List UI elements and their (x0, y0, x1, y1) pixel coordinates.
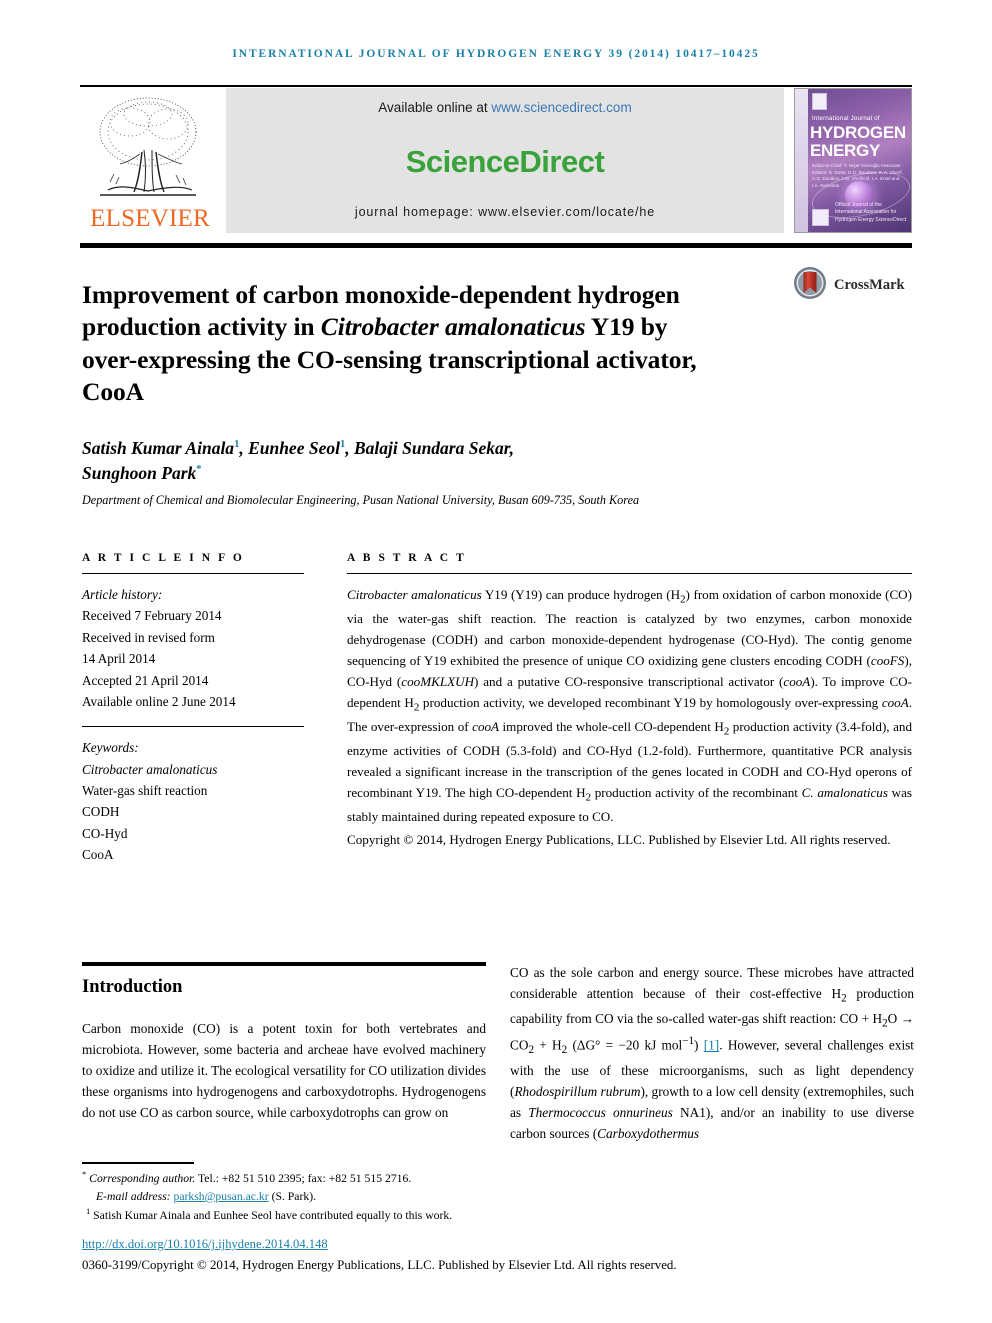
keyword-item: Citrobacter amalonaticus (82, 761, 218, 777)
article-history-item: Received in revised form (82, 629, 215, 645)
intro-sup: −1 (682, 1035, 695, 1048)
introduction-rule (82, 962, 486, 966)
article-info-column: A R T I C L E I N F O Article history: R… (82, 552, 304, 866)
elsevier-logo: ELSEVIER (80, 88, 220, 233)
introduction-paragraph-right: CO as the sole carbon and energy source.… (510, 962, 914, 1144)
cover-bottom-note: Official Journal of the International As… (835, 201, 907, 223)
abstract-gene: cooA (472, 718, 500, 734)
corresponding-author-footnote: * Corresponding author. Tel.: +82 51 510… (82, 1168, 642, 1188)
cover-elsevier-mark-icon (812, 93, 827, 110)
available-online-line: Available online at www.sciencedirect.co… (378, 100, 631, 115)
intro-species: Rhodospirillum rubrum (514, 1083, 641, 1099)
abstract-seg: improved the whole-cell CO-dependent H (499, 718, 724, 734)
abstract-species-short: C. amalonaticus (801, 784, 888, 800)
abstract-copyright: Copyright © 2014, Hydrogen Energy Public… (347, 831, 891, 847)
cover-title-line1: HYDROGEN (810, 123, 906, 142)
article-info-divider (82, 573, 304, 574)
journal-masthead: ELSEVIER Available online at www.science… (80, 88, 912, 233)
cover-subtitle: International Journal of (812, 115, 880, 122)
author-3: Balaji Sundara Sekar (353, 438, 510, 458)
abstract-seg: ) and a putative CO-responsive transcrip… (474, 673, 784, 689)
sciencedirect-url-link[interactable]: www.sciencedirect.com (491, 100, 631, 115)
author-1-footnote-marker[interactable]: 1 (234, 439, 239, 450)
abstract-gene: cooA (783, 673, 811, 689)
author-1: Satish Kumar Ainala (82, 438, 235, 458)
intro-species: Thermococcus onnurineus (528, 1104, 673, 1120)
abstract-divider (347, 573, 912, 574)
crossmark-icon[interactable] (793, 266, 827, 305)
abstract-gene: cooFS (870, 652, 905, 668)
cover-spine (795, 89, 808, 232)
abstract-heading: A B S T R A C T (347, 552, 467, 564)
abstract-gene: cooA (881, 694, 909, 710)
abstract-gene: cooMKLXUH (401, 673, 475, 689)
sciencedirect-panel: Available online at www.sciencedirect.co… (226, 88, 784, 233)
doi-link[interactable]: http://dx.doi.org/10.1016/j.ijhydene.201… (82, 1237, 328, 1252)
available-online-text: Available online at (378, 100, 492, 115)
cover-title-line2: ENERGY (810, 141, 880, 160)
keywords-block: Keywords: Citrobacter amalonaticus Water… (82, 737, 304, 865)
keyword-item: CooA (82, 847, 114, 863)
elsevier-tree-icon (90, 92, 210, 204)
keyword-item: Water-gas shift reaction (82, 783, 208, 798)
article-history-item: 14 April 2014 (82, 651, 156, 667)
masthead-top-rule (80, 85, 912, 87)
keywords-divider (82, 726, 304, 728)
affiliation: Department of Chemical and Biomolecular … (82, 493, 640, 507)
corresponding-marker: * (82, 1169, 87, 1179)
intro-species: Carboxydothermus (597, 1125, 700, 1141)
crossmark-badge[interactable]: CrossMark (793, 266, 905, 305)
article-info-heading: A R T I C L E I N F O (82, 552, 245, 564)
article-history-label: Article history: (82, 587, 163, 602)
corresponding-label: Corresponding author. (89, 1171, 196, 1185)
intro-seg: (ΔG° = −20 kJ mol (567, 1037, 683, 1053)
introduction-heading: Introduction (82, 977, 183, 997)
page-title: Improvement of carbon monoxide-dependent… (82, 279, 702, 409)
sciencedirect-logo[interactable]: ScienceDirect (406, 144, 605, 180)
abstract-text: Citrobacter amalonaticus Y19 (Y19) can p… (347, 585, 912, 851)
cover-iahe-logo-icon (812, 209, 829, 226)
author-list: Satish Kumar Ainala1, Eunhee Seol1, Bala… (82, 438, 514, 484)
paper-page: International Journal of Hydrogen Energy… (0, 0, 992, 1323)
keywords-label: Keywords: (82, 740, 139, 756)
introduction-paragraph-left: Carbon monoxide (CO) is a potent toxin f… (82, 1021, 486, 1120)
article-history-block: Article history: Received 7 February 201… (82, 584, 304, 712)
author-2-footnote-marker[interactable]: 1 (340, 439, 345, 450)
introduction-column-right: CO as the sole carbon and energy source.… (510, 962, 914, 1144)
author-4: Sunghoon Park (82, 463, 197, 484)
elsevier-wordmark: ELSEVIER (90, 205, 210, 232)
keyword-item: CO-Hyd (82, 825, 128, 841)
email-footnote: E-mail address: parksh@pusan.ac.kr (S. P… (82, 1188, 642, 1206)
citation-link-1[interactable]: [1] (704, 1038, 720, 1053)
email-suffix: (S. Park). (268, 1189, 317, 1203)
journal-cover-thumbnail: International Journal of HYDROGEN ENERGY… (794, 88, 912, 233)
abstract-column: A B S T R A C T Citrobacter amalonaticus… (347, 552, 912, 851)
keyword-item: CODH (82, 804, 120, 820)
email-link[interactable]: parksh@pusan.ac.kr (173, 1190, 268, 1203)
author-2: Eunhee Seol (248, 438, 340, 458)
author-4-corresponding-marker[interactable]: * (196, 465, 201, 476)
footnote-divider (82, 1162, 194, 1164)
introduction-column-left: Introduction Carbon monoxide (CO) is a p… (82, 962, 486, 1123)
intro-seg: ) (694, 1037, 704, 1053)
article-history-item: Received 7 February 2014 (82, 608, 222, 624)
article-history-item: Available online 2 June 2014 (82, 693, 236, 709)
journal-homepage-line[interactable]: journal homepage: www.elsevier.com/locat… (355, 205, 655, 219)
intro-seg: + H (534, 1037, 562, 1053)
title-top-rule (80, 243, 912, 248)
crossmark-label[interactable]: CrossMark (834, 277, 905, 294)
running-head: International Journal of Hydrogen Energy… (232, 48, 760, 60)
email-label: E-mail address: (96, 1189, 174, 1203)
corresponding-contact: Tel.: +82 51 510 2395; fax: +82 51 515 2… (195, 1171, 412, 1185)
abstract-seg: Y19 (Y19) can produce hydrogen (H (481, 587, 681, 602)
issn-copyright-line: 0360-3199/Copyright © 2014, Hydrogen Ene… (82, 1258, 677, 1272)
footnotes-block: * Corresponding author. Tel.: +82 51 510… (82, 1168, 642, 1225)
abstract-seg: production activity of the recombinant (591, 784, 802, 800)
article-history-item: Accepted 21 April 2014 (82, 672, 209, 688)
abstract-species: Citrobacter amalonaticus (347, 587, 482, 602)
equal-contribution-footnote: 1 Satish Kumar Ainala and Eunhee Seol ha… (82, 1205, 642, 1225)
title-italic-species: Citrobacter amalonaticus (320, 312, 586, 342)
abstract-seg: production activity, we developed recomb… (419, 694, 882, 710)
footnote-1-text: Satish Kumar Ainala and Eunhee Seol have… (90, 1209, 453, 1223)
